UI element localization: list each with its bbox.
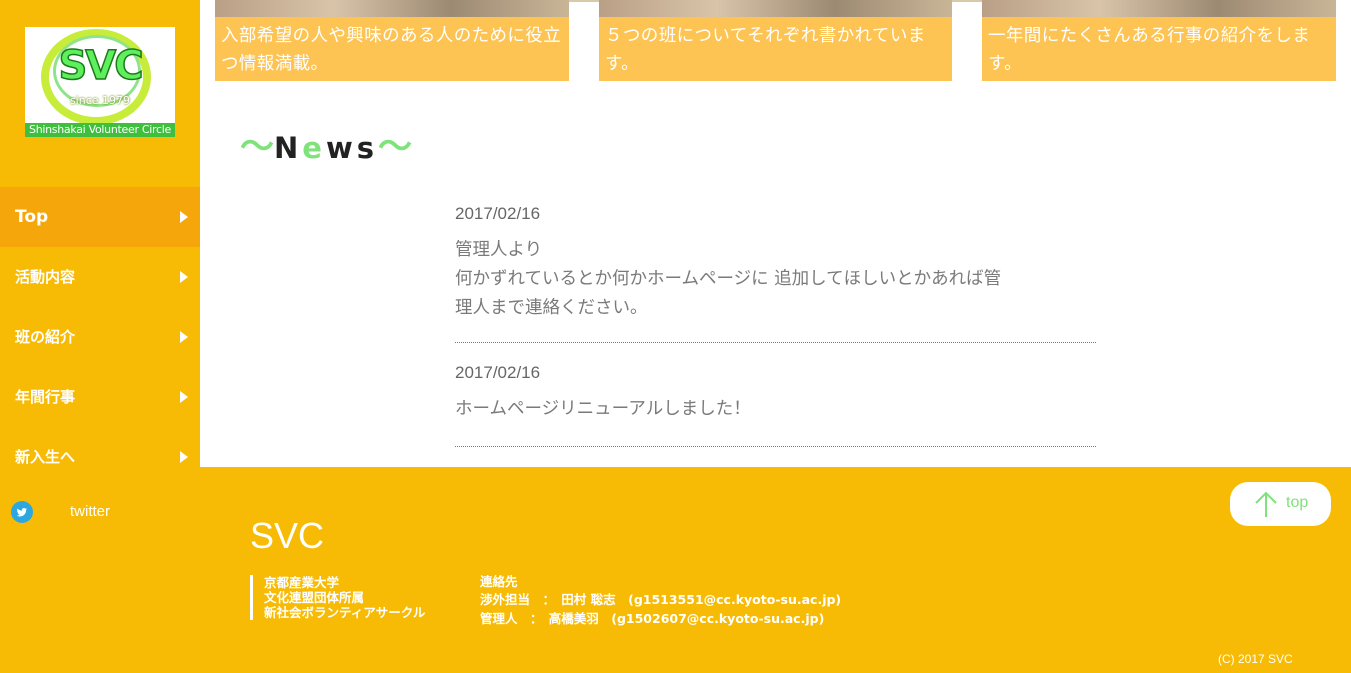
nav-item-label: 班の紹介 [15, 328, 76, 346]
card-text: ５つの班についてそれぞれ書かれています。 [605, 26, 926, 74]
logo-text: SVC [58, 42, 145, 90]
twitter-label: twitter [70, 503, 111, 520]
news-word-e: e [302, 131, 326, 165]
card-text: 入部希望の人や興味のある人のために役立つ情報満載。 [221, 26, 562, 74]
news-body: ホームページリニューアルしました！ [455, 395, 1096, 424]
news-tilde-left: 〜 [240, 127, 274, 167]
chevron-right-icon [180, 211, 188, 223]
nav-item-label: 活動内容 [15, 268, 76, 286]
nav-item-new-students[interactable]: 新入生へ [0, 427, 200, 487]
footer-brand: SVC [250, 515, 325, 556]
news-word-ws: ws [325, 131, 379, 165]
news-tilde-right: 〜 [378, 127, 413, 167]
news-date: 2017/02/16 [455, 363, 541, 382]
news-item: 2017/02/16 管理人より 何かずれているとか何かホームページに 追加して… [455, 198, 1096, 343]
contact-line: 渉外担当 ： 田村 聡志 (g1513551@cc.kyoto-su.ac.jp… [480, 592, 842, 607]
card-photo [982, 0, 1336, 17]
back-to-top-button[interactable]: top [1230, 482, 1331, 526]
footer-contact: 連絡先 渉外担当 ： 田村 聡志 (g1513551@cc.kyoto-su.a… [480, 575, 841, 628]
news-body: 管理人より 何かずれているとか何かホームページに 追加してほしいとかあれば管 理… [455, 236, 1096, 323]
news-heading: 〜News〜 [240, 119, 412, 167]
nav-item-groups[interactable]: 班の紹介 [0, 307, 200, 367]
card-caption-band: ５つの班についてそれぞれ書かれています。 [599, 17, 952, 81]
news-date: 2017/02/16 [455, 204, 541, 223]
affiliation-line: 新社会ボランティアサークル [264, 605, 426, 620]
news-item: 2017/02/16 ホームページリニューアルしました！ [455, 343, 1096, 447]
card-groups-info[interactable]: ５つの班についてそれぞれ書かれています。 [599, 0, 952, 81]
news-line: ホームページリニューアルしました！ [455, 399, 751, 419]
news-line: 理人まで連絡ください。 [455, 298, 648, 318]
back-to-top-label: top [1286, 494, 1309, 511]
twitter-icon [11, 501, 33, 523]
svc-logo[interactable]: SVC since 1979 Shinshakai Volunteer Circ… [25, 27, 175, 137]
chevron-right-icon [180, 451, 188, 463]
affiliation-line: 京都産業大学 [264, 575, 340, 590]
nav-item-top[interactable]: Top [0, 187, 200, 247]
card-text: 一年間にたくさんある行事の紹介をします。 [988, 26, 1311, 74]
twitter-link[interactable]: twitter [11, 501, 191, 523]
nav-item-activities[interactable]: 活動内容 [0, 247, 200, 307]
news-word-n: N [274, 131, 303, 165]
logo-since: since 1979 [69, 94, 131, 107]
nav-item-label: 年間行事 [15, 388, 76, 406]
arrow-up-icon [1255, 491, 1277, 517]
card-events-info[interactable]: 一年間にたくさんある行事の紹介をします。 [982, 0, 1336, 81]
copyright: (C) 2017 SVC [1218, 652, 1293, 666]
nav-item-annual-events[interactable]: 年間行事 [0, 367, 200, 427]
contact-line: 管理人 ： 高橋美羽 (g1502607@cc.kyoto-su.ac.jp) [480, 611, 825, 626]
chevron-right-icon [180, 331, 188, 343]
sidebar: SVC since 1979 Shinshakai Volunteer Circ… [0, 0, 200, 673]
news-list: 2017/02/16 管理人より 何かずれているとか何かホームページに 追加して… [455, 198, 1096, 447]
sidebar-nav: Top 活動内容 班の紹介 年間行事 新入生へ [0, 187, 200, 487]
news-line: 管理人より [455, 240, 543, 260]
nav-item-label: Top [15, 207, 49, 227]
logo-circle-name: Shinshakai Volunteer Circle [25, 123, 175, 137]
card-photo [599, 0, 952, 17]
affiliation-line: 文化連盟団体所属 [264, 590, 365, 605]
nav-item-label: 新入生へ [15, 448, 76, 466]
page: SVC since 1979 Shinshakai Volunteer Circ… [0, 0, 1351, 673]
card-caption-band: 入部希望の人や興味のある人のために役立つ情報満載。 [215, 17, 569, 81]
card-caption-band: 一年間にたくさんある行事の紹介をします。 [982, 17, 1336, 81]
footer-affiliation: 京都産業大学 文化連盟団体所属 新社会ボランティアサークル [250, 575, 425, 620]
chevron-right-icon [180, 271, 188, 283]
contact-heading: 連絡先 [480, 574, 518, 589]
chevron-right-icon [180, 391, 188, 403]
card-newcomer-info[interactable]: 入部希望の人や興味のある人のために役立つ情報満載。 [215, 0, 569, 81]
card-photo [215, 0, 569, 17]
news-line: 何かずれているとか何かホームページに 追加してほしいとかあれば管 [455, 269, 1002, 289]
